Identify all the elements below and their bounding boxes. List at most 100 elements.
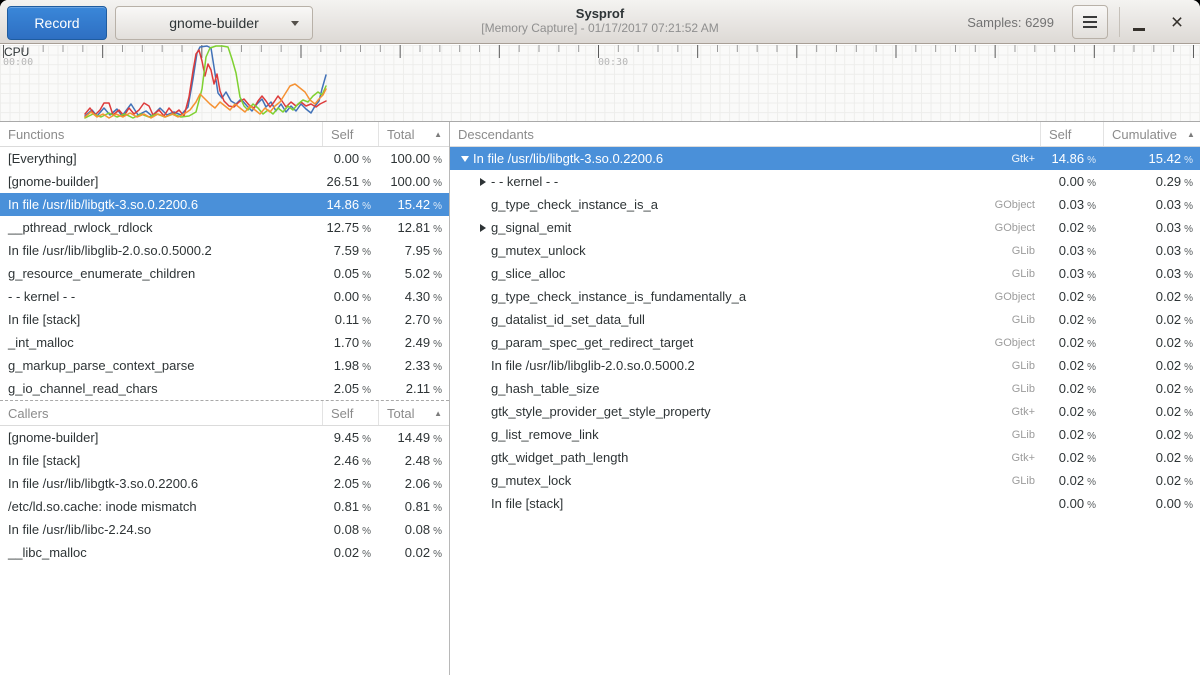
table-row[interactable]: g_type_check_instance_is_aGObject0.03%0.… xyxy=(450,193,1200,216)
function-name-cell: g_type_check_instance_is_aGObject xyxy=(450,197,1040,212)
target-process-dropdown[interactable]: gnome-builder xyxy=(115,6,313,40)
table-row[interactable]: g_datalist_id_set_data_fullGLib0.02%0.02… xyxy=(450,308,1200,331)
table-row[interactable]: __libc_malloc0.02%0.02% xyxy=(0,541,449,564)
expand-icon[interactable] xyxy=(474,178,491,186)
minimize-button[interactable] xyxy=(1126,5,1152,39)
table-row[interactable]: In file /usr/lib/libgtk-3.so.0.2200.62.0… xyxy=(0,472,449,495)
table-row[interactable]: g_signal_emitGObject0.02%0.03% xyxy=(450,216,1200,239)
table-row[interactable]: g_resource_enumerate_children0.05%5.02% xyxy=(0,262,449,285)
total-percent: 100.00% xyxy=(378,174,449,189)
column-header-self[interactable]: Self xyxy=(322,401,378,425)
column-header-descendants[interactable]: Descendants xyxy=(450,122,1040,146)
cumulative-percent: 0.29% xyxy=(1103,174,1200,189)
table-row[interactable]: g_list_remove_linkGLib0.02%0.02% xyxy=(450,423,1200,446)
function-name: /etc/ld.so.cache: inode mismatch xyxy=(8,499,197,514)
column-header-total[interactable]: Total ▲ xyxy=(378,122,449,146)
cumulative-percent: 0.03% xyxy=(1103,220,1200,235)
cpu-usage-graph[interactable]: CPU 00:00 00:30 xyxy=(0,45,1200,122)
function-name: In file /usr/lib/libgtk-3.so.0.2200.6 xyxy=(8,197,198,212)
window-title: Sysprof xyxy=(300,6,900,21)
function-name-cell: g_signal_emitGObject xyxy=(450,220,1040,235)
table-row[interactable]: __pthread_rwlock_rdlock12.75%12.81% xyxy=(0,216,449,239)
function-name-cell: __libc_malloc xyxy=(0,545,322,560)
functions-header: Functions Self Total ▲ xyxy=(0,122,449,147)
function-name-cell: In file /usr/lib/libgtk-3.so.0.2200.6Gtk… xyxy=(450,151,1040,166)
table-row[interactable]: In file [stack]0.00%0.00% xyxy=(450,492,1200,515)
callers-table: [gnome-builder]9.45%14.49%In file [stack… xyxy=(0,426,449,564)
function-name-cell: gtk_style_provider_get_style_propertyGtk… xyxy=(450,404,1040,419)
column-header-total[interactable]: Total ▲ xyxy=(378,401,449,425)
table-row[interactable]: g_hash_table_sizeGLib0.02%0.02% xyxy=(450,377,1200,400)
table-row[interactable]: g_markup_parse_context_parse1.98%2.33% xyxy=(0,354,449,377)
function-name: In file /usr/lib/libgtk-3.so.0.2200.6 xyxy=(473,151,663,166)
self-percent: 2.05% xyxy=(322,381,378,396)
library-badge: GLib xyxy=(1012,360,1040,372)
function-name: g_list_remove_link xyxy=(491,427,599,442)
function-name: g_slice_alloc xyxy=(491,266,565,281)
table-row[interactable]: In file /usr/lib/libgtk-3.so.0.2200.6 14.… xyxy=(0,193,449,216)
function-name: In file /usr/lib/libgtk-3.so.0.2200.6 xyxy=(8,476,198,491)
library-badge: GLib xyxy=(1012,475,1040,487)
collapse-icon[interactable] xyxy=(456,156,473,162)
column-header-functions[interactable]: Functions xyxy=(0,122,322,146)
table-row[interactable]: [gnome-builder]9.45%14.49% xyxy=(0,426,449,449)
cpu-green-line xyxy=(85,46,326,118)
table-row[interactable]: gtk_widget_path_lengthGtk+0.02%0.02% xyxy=(450,446,1200,469)
expand-icon[interactable] xyxy=(474,224,491,232)
column-header-self[interactable]: Self xyxy=(1040,122,1103,146)
table-row[interactable]: - - kernel - -0.00%0.29% xyxy=(450,170,1200,193)
table-row[interactable]: g_io_channel_read_chars2.05%2.11% xyxy=(0,377,449,400)
table-row[interactable]: /etc/ld.so.cache: inode mismatch0.81%0.8… xyxy=(0,495,449,518)
table-row[interactable]: [Everything]0.00%100.00% xyxy=(0,147,449,170)
table-row[interactable]: g_mutex_lockGLib0.02%0.02% xyxy=(450,469,1200,492)
table-row[interactable]: In file /usr/lib/libgtk-3.so.0.2200.6Gtk… xyxy=(450,147,1200,170)
library-badge: GLib xyxy=(1012,314,1040,326)
table-row[interactable]: In file /usr/lib/libglib-2.0.so.0.5000.2… xyxy=(450,354,1200,377)
total-percent: 2.49% xyxy=(378,335,449,350)
chevron-down-icon xyxy=(291,21,299,26)
cumulative-percent: 0.00% xyxy=(1103,496,1200,511)
column-header-self[interactable]: Self xyxy=(322,122,378,146)
callers-pane: Callers Self Total ▲ [gnome-builder]9.45… xyxy=(0,400,449,564)
cumulative-percent: 0.02% xyxy=(1103,289,1200,304)
function-name: __pthread_rwlock_rdlock xyxy=(8,220,153,235)
sort-ascending-icon: ▲ xyxy=(434,409,442,418)
self-percent: 0.03% xyxy=(1040,197,1103,212)
table-row[interactable]: [gnome-builder]26.51%100.00% xyxy=(0,170,449,193)
function-name: g_datalist_id_set_data_full xyxy=(491,312,645,327)
cumulative-percent: 0.03% xyxy=(1103,197,1200,212)
table-row[interactable]: In file [stack]0.11%2.70% xyxy=(0,308,449,331)
self-percent: 0.11% xyxy=(322,312,378,327)
cumulative-percent: 15.42% xyxy=(1103,151,1200,166)
self-percent: 1.70% xyxy=(322,335,378,350)
self-percent: 2.46% xyxy=(322,453,378,468)
function-name: g_param_spec_get_redirect_target xyxy=(491,335,693,350)
table-row[interactable]: g_mutex_unlockGLib0.03%0.03% xyxy=(450,239,1200,262)
table-row[interactable]: g_param_spec_get_redirect_targetGObject0… xyxy=(450,331,1200,354)
self-percent: 0.00% xyxy=(322,289,378,304)
total-percent: 0.08% xyxy=(378,522,449,537)
library-badge: GLib xyxy=(1012,268,1040,280)
close-button[interactable]: × xyxy=(1162,5,1192,39)
function-name: g_markup_parse_context_parse xyxy=(8,358,194,373)
function-name-cell: g_slice_alloc GLib xyxy=(450,266,1040,281)
table-row[interactable]: In file /usr/lib/libglib-2.0.so.0.5000.2… xyxy=(0,239,449,262)
column-header-cumulative[interactable]: Cumulative ▲ xyxy=(1103,122,1200,146)
total-percent: 5.02% xyxy=(378,266,449,281)
function-name-cell: In file [stack] xyxy=(0,453,322,468)
sysprof-window: Record gnome-builder Sysprof [Memory Cap… xyxy=(0,0,1200,675)
record-button[interactable]: Record xyxy=(7,6,107,40)
menu-button[interactable] xyxy=(1072,5,1108,39)
table-row[interactable]: _int_malloc1.70%2.49% xyxy=(0,331,449,354)
table-row[interactable]: g_type_check_instance_is_fundamentally_a… xyxy=(450,285,1200,308)
table-row[interactable]: - - kernel - -0.00%4.30% xyxy=(0,285,449,308)
self-percent: 14.86% xyxy=(322,197,378,212)
function-name: [gnome-builder] xyxy=(8,174,98,189)
sort-ascending-icon: ▲ xyxy=(1187,130,1195,139)
table-row[interactable]: In file [stack]2.46%2.48% xyxy=(0,449,449,472)
table-row[interactable]: In file /usr/lib/libc-2.24.so0.08%0.08% xyxy=(0,518,449,541)
function-name-cell: __pthread_rwlock_rdlock xyxy=(0,220,322,235)
table-row[interactable]: g_slice_allocGLib0.03%0.03% xyxy=(450,262,1200,285)
table-row[interactable]: gtk_style_provider_get_style_propertyGtk… xyxy=(450,400,1200,423)
column-header-callers[interactable]: Callers xyxy=(0,401,322,425)
